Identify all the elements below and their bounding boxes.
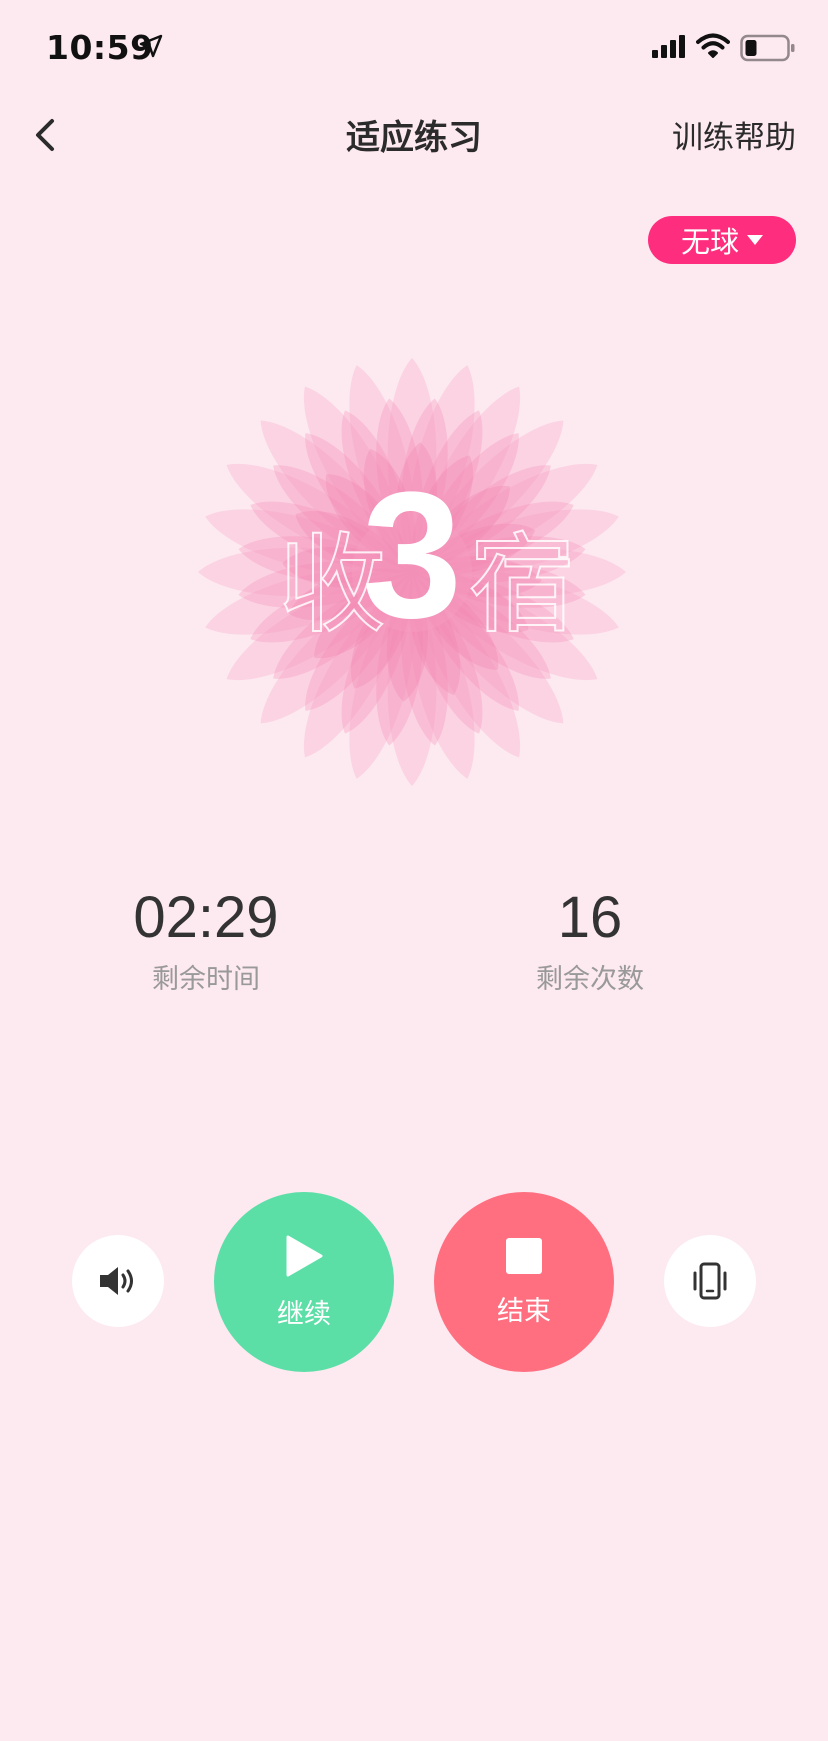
countdown-number: 3 — [361, 455, 463, 656]
battery-icon — [740, 34, 795, 62]
status-time: 10:59 — [46, 28, 154, 67]
training-help-link[interactable]: 训练帮助 — [672, 112, 796, 157]
vibrate-toggle-button[interactable] — [664, 1235, 756, 1327]
status-bar: 10:59 — [0, 0, 828, 100]
wifi-icon — [696, 33, 730, 58]
stop-icon — [506, 1237, 542, 1274]
remaining-time-value: 02:29 — [133, 885, 279, 950]
remaining-count-value: 16 — [557, 885, 623, 950]
countdown-flower: 收 宿 3 — [196, 356, 628, 788]
remaining-count-label: 剩余次数 — [536, 964, 644, 995]
ball-type-label: 无球 — [680, 225, 739, 259]
ball-type-dropdown[interactable]: 无球 — [648, 216, 796, 264]
sound-toggle-button[interactable] — [72, 1235, 164, 1327]
remaining-time-stat: 02:29 剩余时间 — [76, 884, 336, 996]
cellular-signal-icon — [652, 35, 685, 58]
continue-label: 继续 — [277, 1298, 331, 1330]
speaker-icon — [100, 1267, 133, 1295]
remaining-time-label: 剩余时间 — [152, 964, 260, 995]
continue-button[interactable]: 继续 — [214, 1192, 394, 1372]
location-arrow-icon — [139, 34, 163, 58]
end-label: 结束 — [497, 1295, 551, 1327]
end-button[interactable]: 结束 — [434, 1192, 614, 1372]
vibrate-phone-icon — [693, 1262, 727, 1300]
caret-down-icon — [747, 235, 763, 245]
navigation-bar: 适应练习 训练帮助 — [0, 100, 828, 200]
play-icon — [286, 1235, 323, 1276]
remaining-count-stat: 16 剩余次数 — [460, 884, 720, 996]
